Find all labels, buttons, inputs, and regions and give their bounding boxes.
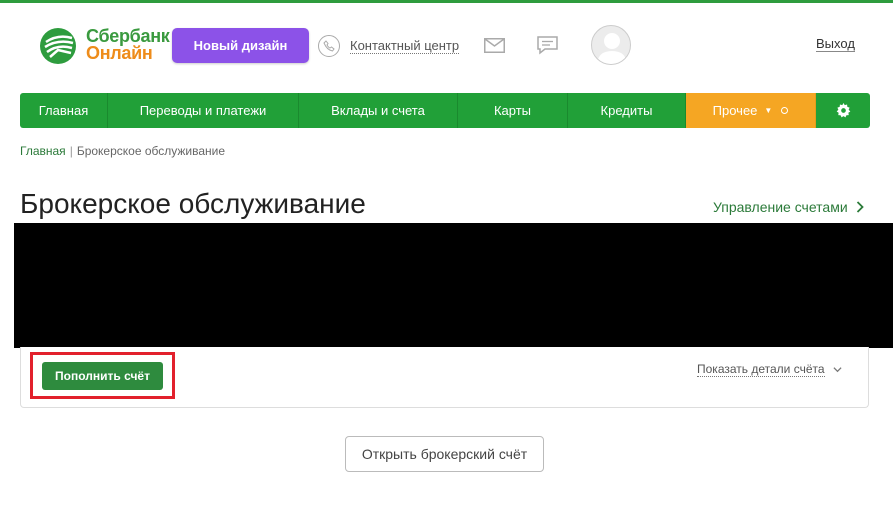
show-account-details-label: Показать детали счёта [697, 362, 825, 377]
contact-center-link[interactable]: Контактный центр [318, 34, 460, 58]
manage-accounts-label: Управление счетами [713, 199, 848, 215]
chevron-right-icon [856, 201, 864, 213]
nav-item-other-label: Прочее [712, 103, 758, 118]
gear-icon [836, 103, 850, 118]
page-title: Брокерское обслуживание [20, 188, 366, 219]
manage-accounts-link[interactable]: Управление счетами [713, 199, 864, 215]
nav-item-other[interactable]: Прочее ▼ [686, 93, 816, 128]
sberbank-logo-icon [40, 28, 76, 64]
nav-item-credits[interactable]: Кредиты [568, 93, 686, 128]
breadcrumb-separator: | [69, 144, 73, 158]
logout-link[interactable]: Выход [816, 37, 855, 52]
nav-item-cards[interactable]: Карты [458, 93, 568, 128]
breadcrumb: Главная | Брокерское обслуживание [20, 144, 225, 158]
phone-icon [318, 35, 340, 57]
contact-center-label: Контактный центр [350, 38, 460, 54]
sberbank-logo[interactable]: Сбербанк Онлайн [38, 24, 178, 66]
chevron-down-icon [832, 367, 842, 373]
nav-item-home[interactable]: Главная [20, 93, 108, 128]
breadcrumb-current: Брокерское обслуживание [76, 144, 226, 158]
logo-text-line2: Онлайн [86, 43, 153, 63]
open-broker-account-button[interactable]: Открыть брокерский счёт [345, 436, 544, 472]
notification-dot-icon [781, 107, 789, 114]
main-nav: Главная Переводы и платежи Вклады и счет… [20, 93, 870, 128]
avatar[interactable] [591, 25, 631, 65]
caret-down-icon: ▼ [764, 106, 773, 115]
user-icon [597, 33, 627, 64]
nav-settings-button[interactable] [816, 93, 870, 128]
nav-item-deposits[interactable]: Вклады и счета [299, 93, 458, 128]
breadcrumb-home-link[interactable]: Главная [20, 144, 66, 158]
refill-account-button[interactable]: Пополнить счёт [42, 362, 163, 390]
new-design-button[interactable]: Новый дизайн [172, 28, 309, 63]
chat-icon[interactable] [537, 36, 558, 55]
show-account-details-link[interactable]: Показать детали счёта [697, 362, 842, 377]
mail-icon[interactable] [484, 38, 505, 53]
top-accent-line [0, 0, 893, 3]
redacted-account-info [14, 223, 893, 348]
nav-item-transfers[interactable]: Переводы и платежи [108, 93, 299, 128]
